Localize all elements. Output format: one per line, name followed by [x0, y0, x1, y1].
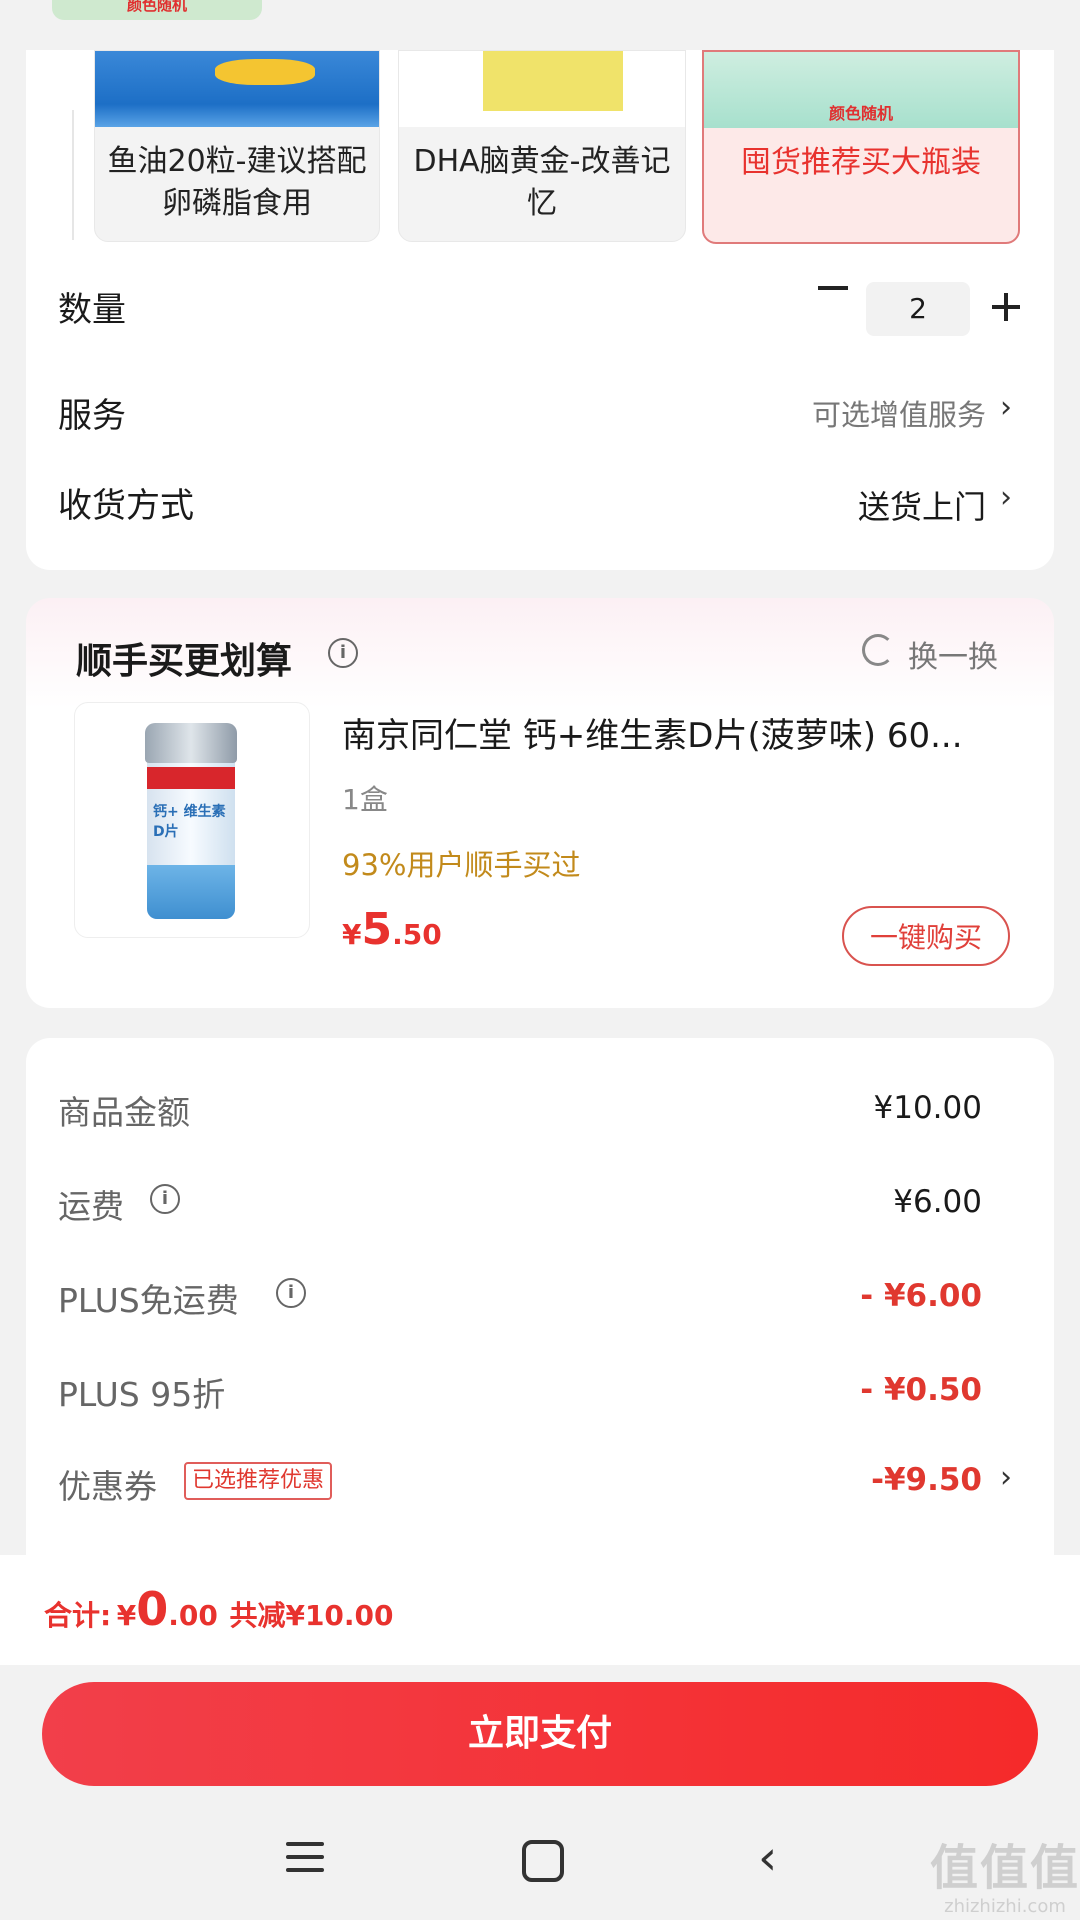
chevron-right-icon[interactable]: › [1000, 1460, 1012, 1495]
option-big-bottle-image: 颜色随机 [704, 52, 1018, 128]
plus-free-shipping-label: PLUS免运费 [58, 1281, 239, 1320]
option-image-caption: 颜色随机 [828, 104, 893, 123]
addon-spec: 1盒 [342, 783, 388, 816]
coupon-label: 优惠券 [58, 1467, 157, 1506]
watermark-logo: 值值值 [930, 1840, 1080, 1896]
service-value[interactable]: 可选增值服务 [812, 392, 986, 434]
addon-bought-rate: 93%用户顺手买过 [342, 848, 581, 882]
total-symbol: ¥ [116, 1599, 137, 1632]
option-big-bottle-selected[interactable]: 颜色随机 囤货推荐买大瓶装 [702, 50, 1020, 244]
shipping-label: 运费 [58, 1187, 124, 1226]
addon-title: 顺手买更划算 [76, 641, 293, 682]
total-decimal: .00 [168, 1599, 218, 1632]
chevron-right-icon[interactable]: › [1000, 390, 1012, 425]
plus-icon-vertical[interactable] [1004, 293, 1008, 321]
back-icon[interactable]: ‹ [758, 1834, 777, 1882]
watermark-url: zhizhizhi.com [944, 1896, 1066, 1917]
refresh-button[interactable]: 换一换 [908, 632, 998, 676]
option-fish-oil[interactable]: 鱼油20粒-建议搭配卵磷脂食用 [94, 50, 380, 242]
top-tag: 颜色随机 [52, 0, 262, 20]
addon-product-name[interactable]: 南京同仁堂 钙+维生素D片(菠萝味) 60... [342, 708, 1002, 757]
service-label: 服务 [58, 396, 126, 436]
watermark: 值值值 zhizhizhi.com [930, 1840, 1080, 1917]
price-integer: 5 [361, 904, 393, 955]
bottle-label: 钙+ 维生素D片 [153, 804, 226, 840]
option-divider [72, 110, 74, 240]
chevron-right-icon[interactable]: › [1000, 480, 1012, 515]
info-icon[interactable]: i [276, 1278, 306, 1308]
option-label: 鱼油20粒-建议搭配卵磷脂食用 [107, 144, 367, 221]
goods-amount-label: 商品金额 [58, 1093, 190, 1132]
option-fish-oil-image [95, 51, 379, 127]
plus-discount-value: - ¥0.50 [860, 1372, 982, 1408]
goods-amount-value: ¥10.00 [873, 1090, 982, 1126]
minus-icon[interactable] [818, 286, 848, 290]
total-line: 合计: ¥0.00 共减¥10.00 [44, 1582, 394, 1636]
one-click-buy-button[interactable]: 一键购买 [842, 906, 1010, 966]
plus-discount-label: PLUS 95折 [58, 1375, 226, 1414]
plus-free-shipping-value: - ¥6.00 [860, 1278, 982, 1314]
total-label: 合计: [44, 1599, 112, 1632]
info-icon[interactable]: i [328, 638, 358, 668]
delivery-label: 收货方式 [58, 486, 194, 526]
quantity-label: 数量 [58, 290, 126, 330]
delivery-value[interactable]: 送货上门 [858, 482, 986, 528]
price-decimal: .50 [392, 918, 442, 951]
shipping-value: ¥6.00 [893, 1184, 982, 1220]
total-saved: 共减¥10.00 [229, 1599, 394, 1632]
quantity-input[interactable]: 2 [866, 282, 970, 336]
recent-apps-icon[interactable] [286, 1842, 324, 1881]
home-icon[interactable] [522, 1840, 564, 1882]
info-icon[interactable]: i [150, 1184, 180, 1214]
pay-now-button[interactable]: 立即支付 [42, 1682, 1038, 1786]
addon-price: ¥5.50 [342, 904, 442, 955]
addon-product-image[interactable]: 钙+ 维生素D片 [74, 702, 310, 938]
option-label: DHA脑黄金-改善记忆 [413, 144, 671, 221]
option-label: 囤货推荐买大瓶装 [741, 145, 981, 180]
option-dha[interactable]: DHA脑黄金-改善记忆 [398, 50, 686, 242]
price-symbol: ¥ [342, 918, 362, 951]
option-dha-image [399, 51, 685, 127]
total-integer: 0 [136, 1582, 169, 1636]
coupon-value[interactable]: -¥9.50 [871, 1462, 982, 1498]
coupon-badge: 已选推荐优惠 [184, 1462, 333, 1500]
bottle-image: 钙+ 维生素D片 [145, 723, 237, 919]
refresh-icon[interactable] [862, 634, 894, 666]
